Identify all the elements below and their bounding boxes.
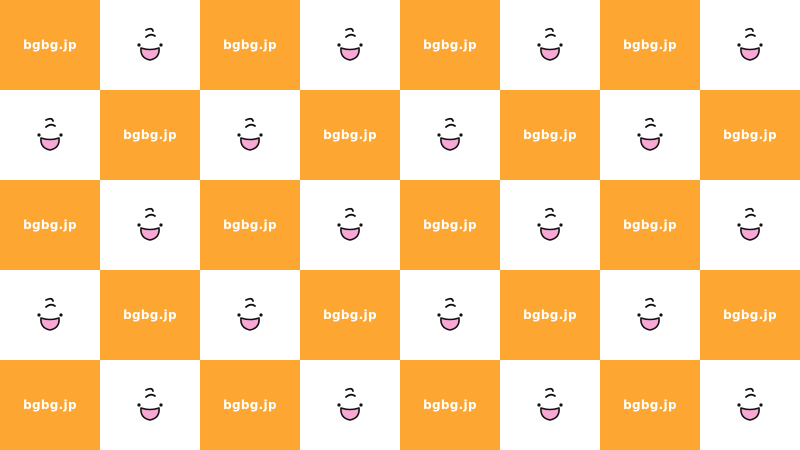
text-tile: bgbg.jp [500,270,600,360]
smiling-face-icon [137,387,163,421]
smiling-face-icon [337,27,363,61]
face-tile [0,90,100,180]
text-tile: bgbg.jp [0,0,100,90]
text-tile: bgbg.jp [700,90,800,180]
face-tile [600,90,700,180]
face-tile [100,0,200,90]
smiling-face-icon [137,207,163,241]
face-tile [0,270,100,360]
text-tile: bgbg.jp [300,90,400,180]
face-tile [500,360,600,450]
face-tile [600,270,700,360]
smiling-face-icon [637,117,663,151]
text-tile: bgbg.jp [600,180,700,270]
face-tile [400,90,500,180]
face-tile [700,360,800,450]
smiling-face-icon [737,387,763,421]
face-tile [700,180,800,270]
smiling-face-icon [737,207,763,241]
watermark-text: bgbg.jp [23,38,77,52]
face-tile [500,0,600,90]
text-tile: bgbg.jp [0,180,100,270]
text-tile: bgbg.jp [400,180,500,270]
smiling-face-icon [137,27,163,61]
text-tile: bgbg.jp [100,270,200,360]
watermark-text: bgbg.jp [23,398,77,412]
watermark-text: bgbg.jp [223,38,277,52]
watermark-text: bgbg.jp [623,398,677,412]
checkerboard-wallpaper: bgbg.jp bgbg.jp bgbg.jp bgbg.jp bgbg.jp bgbg.… [0,0,800,450]
smiling-face-icon [537,387,563,421]
smiling-face-icon [337,387,363,421]
watermark-text: bgbg.jp [623,38,677,52]
face-tile [200,270,300,360]
text-tile: bgbg.jp [200,0,300,90]
watermark-text: bgbg.jp [223,398,277,412]
face-tile [700,0,800,90]
smiling-face-icon [737,27,763,61]
face-tile [300,180,400,270]
face-tile [100,180,200,270]
smiling-face-icon [37,117,63,151]
smiling-face-icon [537,27,563,61]
text-tile: bgbg.jp [400,360,500,450]
smiling-face-icon [37,297,63,331]
face-tile [300,360,400,450]
face-tile [300,0,400,90]
watermark-text: bgbg.jp [423,218,477,232]
text-tile: bgbg.jp [600,360,700,450]
watermark-text: bgbg.jp [723,128,777,142]
smiling-face-icon [437,117,463,151]
text-tile: bgbg.jp [400,0,500,90]
text-tile: bgbg.jp [600,0,700,90]
text-tile: bgbg.jp [0,360,100,450]
text-tile: bgbg.jp [200,180,300,270]
face-tile [200,90,300,180]
text-tile: bgbg.jp [300,270,400,360]
smiling-face-icon [437,297,463,331]
face-tile [400,270,500,360]
smiling-face-icon [237,117,263,151]
text-tile: bgbg.jp [700,270,800,360]
smiling-face-icon [237,297,263,331]
watermark-text: bgbg.jp [123,128,177,142]
watermark-text: bgbg.jp [523,308,577,322]
text-tile: bgbg.jp [200,360,300,450]
watermark-text: bgbg.jp [423,38,477,52]
watermark-text: bgbg.jp [223,218,277,232]
smiling-face-icon [637,297,663,331]
watermark-text: bgbg.jp [123,308,177,322]
watermark-text: bgbg.jp [723,308,777,322]
text-tile: bgbg.jp [100,90,200,180]
text-tile: bgbg.jp [500,90,600,180]
watermark-text: bgbg.jp [323,308,377,322]
watermark-text: bgbg.jp [423,398,477,412]
smiling-face-icon [537,207,563,241]
face-tile [500,180,600,270]
watermark-text: bgbg.jp [523,128,577,142]
watermark-text: bgbg.jp [23,218,77,232]
watermark-text: bgbg.jp [623,218,677,232]
face-tile [100,360,200,450]
smiling-face-icon [337,207,363,241]
watermark-text: bgbg.jp [323,128,377,142]
